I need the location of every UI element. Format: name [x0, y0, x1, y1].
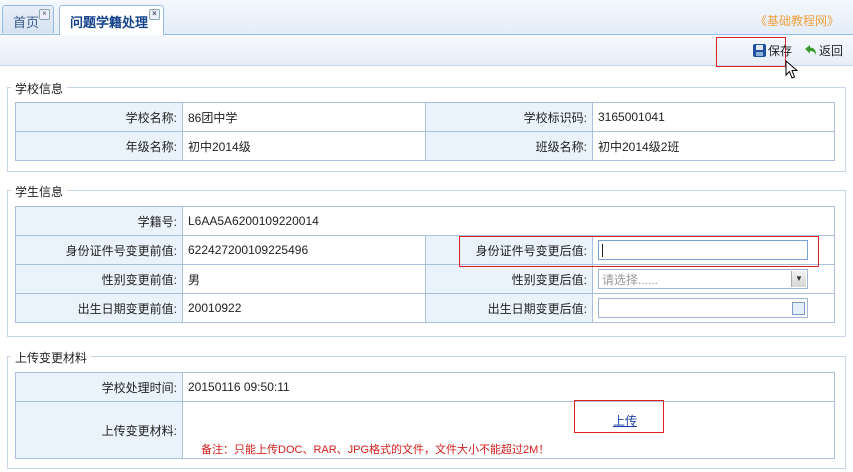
id-before-label: 身份证件号变更前值:	[15, 235, 183, 265]
text-caret	[602, 243, 603, 257]
school-name-label: 学校名称:	[15, 102, 183, 132]
save-disk-icon	[753, 43, 766, 57]
tab-bar: 首页 × 问题学籍处理 × 《基础教程网》	[0, 0, 853, 35]
school-code-value: 3165001041	[592, 102, 835, 132]
process-time-label: 学校处理时间:	[15, 372, 183, 402]
student-info-title: 学生信息	[11, 183, 68, 200]
class-label: 班级名称:	[425, 131, 593, 161]
student-id-label: 学籍号:	[15, 206, 183, 236]
gender-after-placeholder: 请选择......	[602, 272, 659, 287]
gender-before-label: 性别变更前值:	[15, 264, 183, 294]
dob-after-label: 出生日期变更后值:	[425, 293, 593, 323]
school-info-title: 学校信息	[11, 80, 68, 97]
tab-home[interactable]: 首页 ×	[2, 5, 54, 33]
school-info-table: 学校名称: 86团中学 学校标识码: 3165001041 年级名称: 初中20…	[15, 102, 835, 161]
tab-problem-records-label: 问题学籍处理	[70, 15, 149, 30]
tab-problem-records[interactable]: 问题学籍处理 ×	[59, 5, 164, 35]
gender-after-select[interactable]: 请选择...... ▼	[598, 269, 808, 289]
student-id-value: L6AA5A6200109220014	[182, 206, 835, 236]
gender-after-cell: 请选择...... ▼	[592, 264, 835, 294]
id-after-label: 身份证件号变更后值:	[425, 235, 593, 265]
dob-after-cell	[592, 293, 835, 323]
upload-table: 学校处理时间: 20150116 09:50:11 上传变更材料: 上传 备注：…	[15, 372, 835, 459]
grade-value: 初中2014级	[182, 131, 426, 161]
student-info-table: 学籍号: L6AA5A6200109220014 身份证件号变更前值: 6224…	[15, 206, 835, 323]
toolbar	[0, 35, 853, 66]
calendar-icon[interactable]	[792, 302, 805, 315]
school-code-label: 学校标识码:	[425, 102, 593, 132]
back-button[interactable]: 返回	[804, 41, 843, 59]
dob-after-input[interactable]	[598, 298, 808, 318]
tab-home-label: 首页	[13, 15, 40, 30]
dropdown-arrow-icon[interactable]: ▼	[791, 271, 806, 287]
upload-label: 上传变更材料:	[15, 401, 183, 459]
save-button-label: 保存	[768, 43, 793, 58]
class-value: 初中2014级2班	[592, 131, 835, 161]
id-after-input[interactable]	[598, 240, 808, 260]
id-before-value: 622427200109225496	[182, 235, 426, 265]
upload-note: 备注：只能上传DOC、RAR、JPG格式的文件，文件大小不能超过2M！	[201, 444, 550, 456]
gender-before-value: 男	[182, 264, 426, 294]
gender-after-label: 性别变更后值:	[425, 264, 593, 294]
dob-before-value: 20010922	[182, 293, 426, 323]
close-icon[interactable]: ×	[149, 9, 160, 20]
back-arrow-icon	[805, 44, 816, 55]
upload-section-title: 上传变更材料	[11, 349, 92, 366]
save-button[interactable]: 保存	[753, 41, 792, 59]
mouse-cursor-icon	[785, 59, 799, 85]
brand-watermark: 《基础教程网》	[754, 14, 839, 28]
id-after-cell	[592, 235, 835, 265]
dob-before-label: 出生日期变更前值:	[15, 293, 183, 323]
upload-link[interactable]: 上传	[613, 412, 637, 429]
grade-label: 年级名称:	[15, 131, 183, 161]
close-icon[interactable]: ×	[39, 9, 50, 20]
process-time-value: 20150116 09:50:11	[182, 372, 835, 402]
upload-cell: 上传 备注：只能上传DOC、RAR、JPG格式的文件，文件大小不能超过2M！	[182, 401, 835, 459]
back-button-label: 返回	[819, 43, 844, 58]
school-name-value: 86团中学	[182, 102, 426, 132]
